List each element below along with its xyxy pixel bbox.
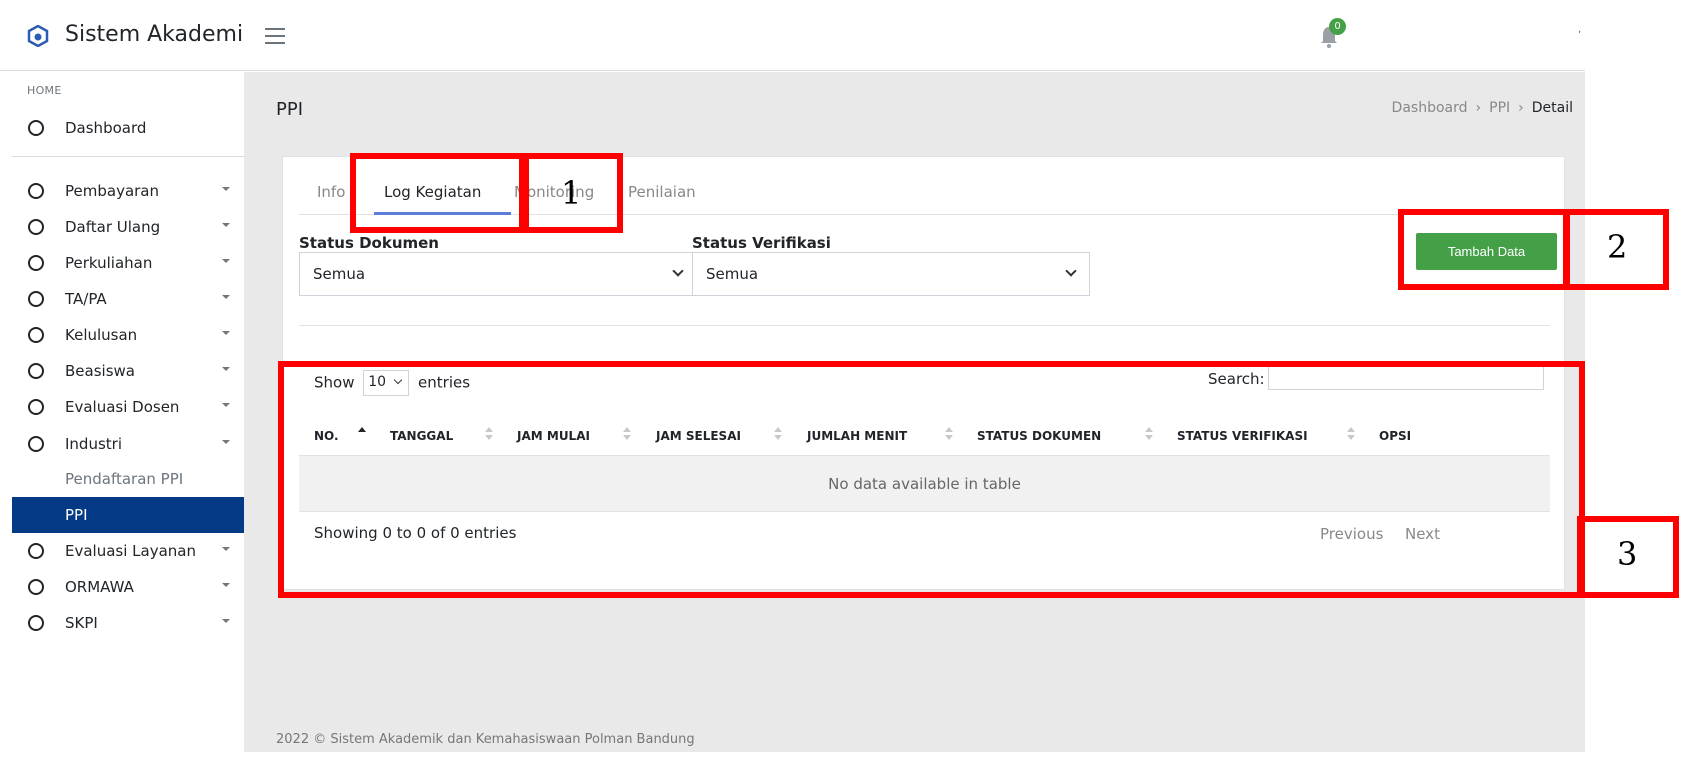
page-title: PPI [276, 99, 304, 120]
sidebar-subitem-pendaftaran-ppi[interactable]: Pendaftaran PPI [12, 461, 244, 497]
caret-down-icon [222, 331, 230, 335]
sidebar-item-label: Industri [65, 435, 122, 453]
user-menu-mark[interactable]: ʼ [1578, 30, 1581, 41]
caret-down-icon [222, 295, 230, 299]
tab-penilaian[interactable]: Penilaian [628, 183, 696, 201]
divider [299, 325, 1550, 326]
circle-icon [28, 183, 44, 199]
chevron-down-icon [672, 265, 684, 277]
circle-icon [28, 363, 44, 379]
caret-down-icon [222, 367, 230, 371]
sidebar-section-home: HOME [27, 84, 62, 97]
status-dokumen-select[interactable]: Semua [299, 252, 697, 296]
sidebar-item-ormawa[interactable]: ORMAWA [12, 569, 244, 605]
status-verifikasi-select[interactable]: Semua [692, 252, 1090, 296]
chevron-right-icon: › [1518, 100, 1524, 116]
chevron-right-icon: › [1475, 100, 1482, 116]
sidebar-item-evaluasi-dosen[interactable]: Evaluasi Dosen [12, 389, 244, 425]
sidebar-item-skpi[interactable]: SKPI [12, 605, 244, 641]
breadcrumb-ppi-link[interactable]: PPI [1489, 100, 1510, 116]
app-logo-icon [27, 25, 49, 47]
sidebar-item-daftar-ulang[interactable]: Daftar Ulang [12, 209, 244, 245]
caret-down-icon [222, 619, 230, 623]
notification-count-badge: 0 [1329, 18, 1346, 35]
sidebar-item-label: Evaluasi Layanan [65, 542, 196, 560]
sidebar-item-label: ORMAWA [65, 578, 134, 596]
breadcrumb-dashboard-link[interactable]: Dashboard [1392, 100, 1468, 116]
sidebar-item-dashboard[interactable]: Dashboard [12, 110, 244, 146]
annotation-box-add-button [1398, 209, 1569, 290]
sidebar-item-label: Evaluasi Dosen [65, 398, 180, 416]
circle-icon [28, 219, 44, 235]
sidebar-item-kelulusan[interactable]: Kelulusan [12, 317, 244, 353]
sidebar-item-label: Kelulusan [65, 326, 138, 344]
page-footer: 2022 © Sistem Akademik dan Kemahasiswaan… [276, 732, 695, 747]
caret-down-icon [222, 403, 230, 407]
caret-down-icon [222, 440, 230, 444]
annotation-number-3: 3 [1617, 535, 1638, 573]
sidebar-item-label: TA/PA [65, 290, 107, 308]
status-dokumen-label: Status Dokumen [299, 234, 439, 252]
caret-down-icon [222, 259, 230, 263]
caret-down-icon [222, 583, 230, 587]
sidebar-divider [12, 156, 244, 157]
sidebar-subitem-ppi[interactable]: PPI [12, 497, 244, 533]
caret-down-icon [222, 187, 230, 191]
sidebar-item-evaluasi-layanan[interactable]: Evaluasi Layanan [12, 533, 244, 569]
circle-icon [28, 615, 44, 631]
sidebar-subitem-label: Pendaftaran PPI [65, 470, 184, 488]
top-navbar: Sistem Akademik 0 ʼ [0, 0, 1585, 71]
circle-icon [28, 291, 44, 307]
circle-icon [28, 120, 44, 136]
caret-down-icon [222, 547, 230, 551]
status-verifikasi-value: Semua [706, 265, 759, 283]
sidebar-toggle-icon[interactable] [265, 28, 285, 44]
app-brand-title[interactable]: Sistem Akademik [65, 22, 245, 47]
annotation-box-table [278, 361, 1585, 598]
status-dokumen-value: Semua [313, 265, 366, 283]
sidebar-item-label: Dashboard [65, 119, 147, 137]
circle-icon [28, 327, 44, 343]
sidebar-item-beasiswa[interactable]: Beasiswa [12, 353, 244, 389]
sidebar-item-pembayaran[interactable]: Pembayaran [12, 173, 244, 209]
circle-icon [28, 579, 44, 595]
circle-icon [28, 255, 44, 271]
sidebar-subitem-label: PPI [65, 506, 88, 524]
sidebar-item-perkuliahan[interactable]: Perkuliahan [12, 245, 244, 281]
annotation-number-1: 1 [561, 174, 582, 212]
breadcrumb: Dashboard › PPI › Detail [1392, 100, 1573, 116]
chevron-down-icon [1065, 265, 1077, 277]
caret-down-icon [222, 223, 230, 227]
sidebar-item-industri[interactable]: Industri [12, 426, 244, 462]
breadcrumb-current: Detail [1531, 100, 1573, 116]
circle-icon [28, 543, 44, 559]
tab-info[interactable]: Info [317, 183, 345, 201]
sidebar-item-ta-pa[interactable]: TA/PA [12, 281, 244, 317]
circle-icon [28, 436, 44, 452]
circle-icon [28, 399, 44, 415]
sidebar-item-label: Pembayaran [65, 182, 159, 200]
annotation-box-log-kegiatan [350, 153, 525, 233]
status-verifikasi-label: Status Verifikasi [692, 234, 831, 252]
sidebar-item-label: Daftar Ulang [65, 218, 161, 236]
sidebar-item-label: Beasiswa [65, 362, 135, 380]
sidebar-item-label: Perkuliahan [65, 254, 153, 272]
sidebar-item-label: SKPI [65, 614, 98, 632]
annotation-number-2: 2 [1607, 228, 1628, 266]
sidebar: HOME Dashboard Pembayaran Daftar Ulang P… [12, 72, 244, 752]
